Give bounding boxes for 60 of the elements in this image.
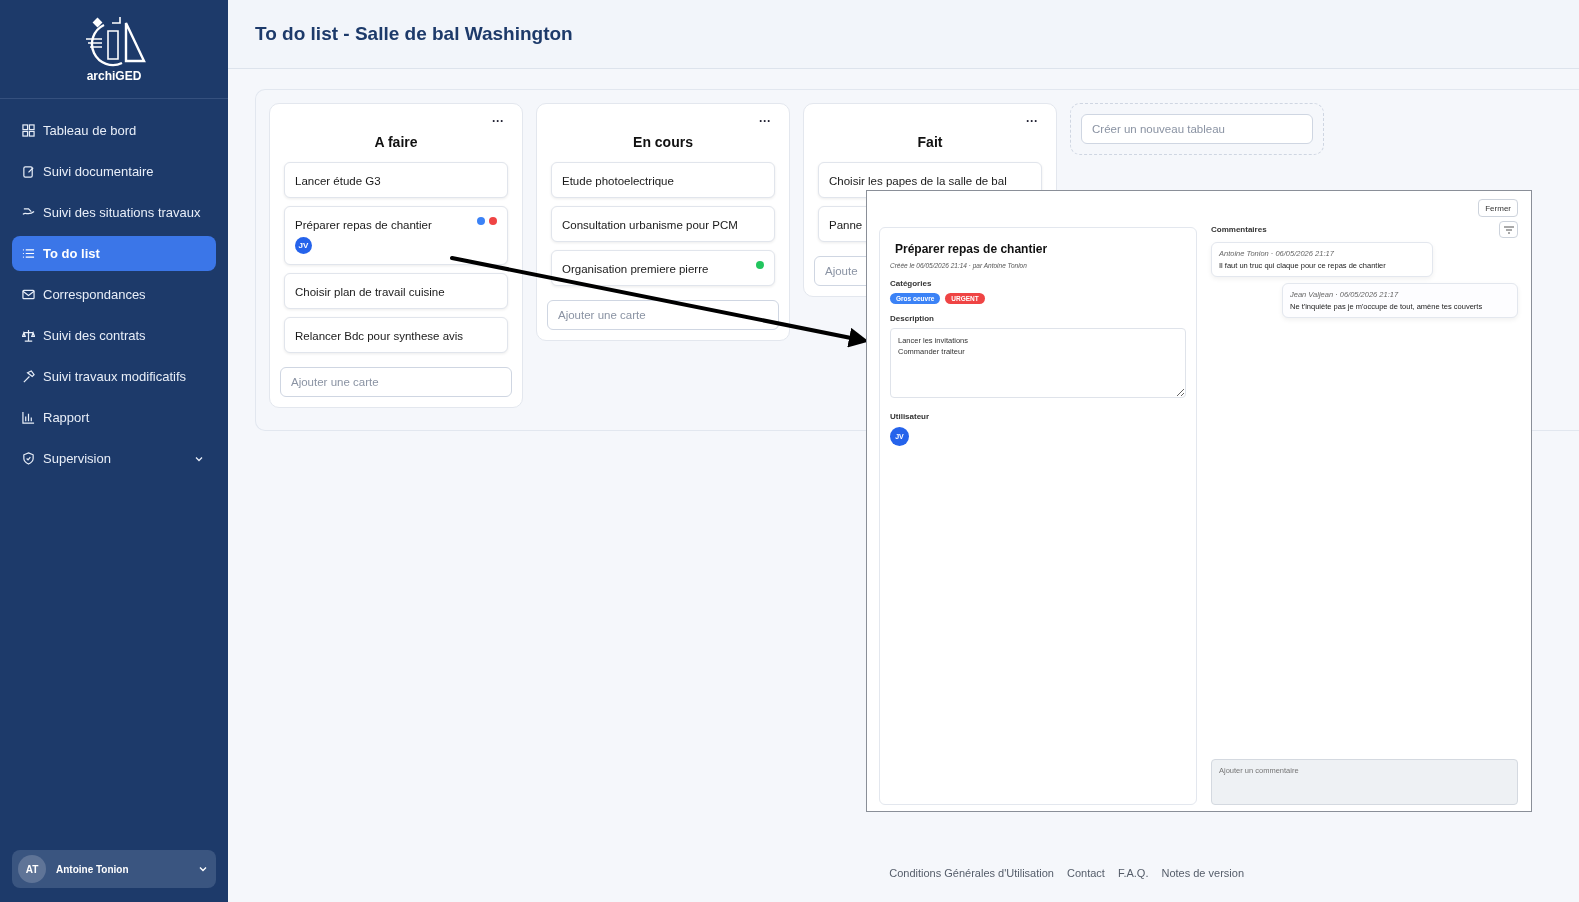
card-title: Consultation urbanisme pour PCM	[562, 218, 738, 231]
section-label: Catégories	[890, 279, 932, 288]
footer-link[interactable]: Contact	[1066, 867, 1105, 879]
shield-icon	[22, 452, 35, 465]
page-title: To do list - Salle de bal Washington	[255, 23, 573, 45]
task-card[interactable]: Relancer Bdc pour synthese avis	[284, 317, 508, 353]
scale-icon	[22, 329, 35, 342]
nav-item[interactable]: Correspondances	[12, 277, 216, 312]
nav-item[interactable]: Suivi travaux modificatifs	[12, 359, 216, 394]
chart-icon	[22, 411, 35, 424]
add-card-field[interactable]: Ajouter une carte	[547, 300, 779, 330]
filter-button[interactable]	[1499, 221, 1518, 238]
nav-item[interactable]: Tableau de bord	[12, 113, 216, 148]
close-button[interactable]: Fermer	[1478, 199, 1518, 217]
card-title: Organisation premiere pierre	[562, 262, 709, 275]
column-menu-button[interactable]: ···	[1026, 114, 1038, 128]
nav-item[interactable]: Supervision	[12, 441, 216, 476]
logo-text: archiGED	[86, 69, 142, 83]
nav-item[interactable]: Suivi des situations travaux	[12, 195, 216, 230]
user-menu[interactable]: AT Antoine Tonion	[12, 850, 216, 888]
card-title: Choisir les papes de la salle de bal	[829, 174, 1007, 187]
chevron-icon	[198, 864, 208, 874]
card-title: Etude photoelectrique	[562, 174, 674, 187]
comments-label: Commentaires	[1211, 225, 1267, 234]
column-title: Fait	[917, 134, 943, 150]
footer-link[interactable]: Notes de version	[1161, 867, 1244, 879]
column-menu-button[interactable]: ···	[492, 114, 504, 128]
section-label: Utilisateur	[890, 412, 930, 421]
grid-icon	[22, 124, 35, 137]
nav-item[interactable]: Rapport	[12, 400, 216, 435]
task-card[interactable]: Consultation urbanisme pour PCM	[551, 206, 775, 242]
nav-item[interactable]: Suivi des contrats	[12, 318, 216, 353]
task-card[interactable]: Choisir plan de travail cuisine	[284, 273, 508, 309]
list-icon	[22, 247, 35, 260]
task-card[interactable]: Lancer étude G3	[284, 162, 508, 198]
filter-icon	[1503, 225, 1514, 234]
footer-link[interactable]: F.A.Q.	[1117, 867, 1149, 879]
new-board-field[interactable]: Créer un nouveau tableau	[1081, 114, 1313, 144]
column-title: En cours	[633, 134, 693, 150]
add-card-field[interactable]: Ajouter une carte	[280, 367, 512, 397]
card-title: Relancer Bdc pour synthese avis	[295, 329, 464, 342]
detail-title: Préparer repas de chantier	[895, 242, 1048, 256]
card-title: Préparer repas de chantier	[295, 218, 432, 231]
user-avatar: AT	[18, 855, 46, 883]
column-title: A faire	[374, 134, 418, 150]
nav-item[interactable]: To do list	[12, 236, 216, 271]
footer-link[interactable]: Conditions Générales d'Utilisation	[889, 867, 1054, 879]
hammer-icon	[22, 370, 35, 383]
nav-item[interactable]: Suivi documentaire	[12, 154, 216, 189]
column-menu-button[interactable]: ···	[759, 114, 771, 128]
doc-icon	[22, 165, 35, 178]
task-card[interactable]: Etude photoelectrique	[551, 162, 775, 198]
mail-icon	[22, 288, 35, 301]
card-title: Choisir plan de travail cuisine	[295, 285, 445, 298]
card-title: Lancer étude G3	[295, 174, 381, 187]
task-card[interactable]: Préparer repas de chantier JV	[284, 206, 508, 265]
assignee-avatar: JV	[295, 237, 312, 254]
task-card[interactable]: Organisation premiere pierre	[551, 250, 775, 286]
section-label: Description	[890, 314, 934, 323]
card-title: Panne	[829, 218, 863, 231]
